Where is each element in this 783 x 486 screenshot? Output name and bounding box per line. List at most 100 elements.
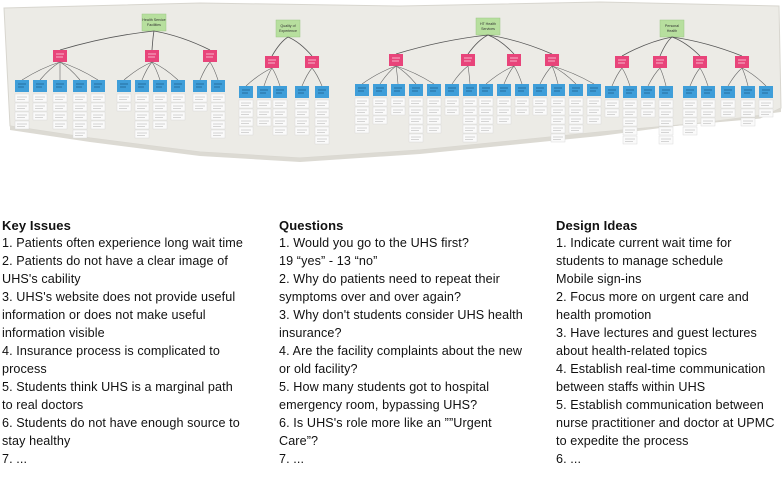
quote-sticky-note [90,93,106,103]
key-issue-item: 7. ... [2,452,28,466]
insight-sticky-note [741,86,755,98]
quote-sticky-note [720,108,736,118]
quote-sticky-note [134,111,150,121]
quote-sticky-note [568,124,584,134]
quote-sticky-note [14,111,30,121]
quote-sticky-note [314,108,330,118]
quote-sticky-note [116,102,132,112]
theme-sticky-note [735,56,749,68]
quote-sticky-note [586,97,602,107]
insight-sticky-note [587,84,601,96]
quote-sticky-note [90,111,106,121]
quote-sticky-note [314,126,330,136]
quote-sticky-note [294,108,310,118]
affinity-diagram: Health ServiceFacilities Quality ofExperi… [3,1,782,162]
quote-sticky-note [294,126,310,136]
insight-sticky-note [427,84,441,96]
quote-sticky-note [294,99,310,109]
theme-sticky-note [53,50,67,62]
theme-sticky-note [545,54,559,66]
quote-sticky-note [514,106,530,116]
quote-sticky-note [700,117,716,127]
quote-sticky-note [408,97,424,107]
quote-sticky-note [72,120,88,130]
insight-sticky-note [683,86,697,98]
quote-sticky-note [32,111,48,121]
quote-sticky-note [72,111,88,121]
quote-sticky-note [758,108,774,118]
question-item: 2. Why do patients need to repeat their … [279,272,500,304]
quote-sticky-note [72,93,88,103]
category-note-text: Facilities [147,23,161,27]
insight-sticky-note [623,86,637,98]
insight-sticky-note [721,86,735,98]
category-note-text: Services [481,27,495,31]
quote-sticky-note [408,106,424,116]
insight-sticky-note [295,86,309,98]
quote-sticky-note [52,102,68,112]
quote-sticky-note [210,111,226,121]
insight-sticky-note [53,80,67,92]
quote-sticky-note [354,97,370,107]
quote-sticky-note [170,102,186,112]
quote-sticky-note [700,108,716,118]
theme-sticky-note [507,54,521,66]
question-item: 3. Why don't students consider UHS healt… [279,308,523,340]
question-item: 1. Would you go to the UHS first? [279,236,469,250]
quote-sticky-note [152,120,168,130]
quote-sticky-note [192,102,208,112]
quote-sticky-note [462,124,478,134]
insight-sticky-note [91,80,105,92]
quote-sticky-note [604,108,620,118]
quote-sticky-note [408,115,424,125]
insight-sticky-note [171,80,185,92]
quote-sticky-note [682,117,698,127]
theme-sticky-note [653,56,667,68]
insight-sticky-note [391,84,405,96]
insight-sticky-note [533,84,547,96]
key-issue-item: 4. Insurance process is complicated to p… [2,344,220,376]
quote-sticky-note [462,97,478,107]
quote-sticky-note [586,106,602,116]
insight-sticky-note [315,86,329,98]
design-idea-item: 5. Establish communication between nurse… [556,398,775,448]
quote-sticky-note [354,106,370,116]
quote-sticky-note [134,120,150,130]
quote-sticky-note [14,93,30,103]
quote-sticky-note [238,117,254,127]
quote-sticky-note [390,97,406,107]
quote-sticky-note [426,106,442,116]
quote-sticky-note [658,117,674,127]
key-issue-item: 3. UHS's website does not provide useful… [2,290,236,340]
quote-sticky-note [152,111,168,121]
quote-sticky-note [314,135,330,145]
design-idea-item: 4. Establish real-time communication bet… [556,362,766,394]
theme-sticky-note [203,50,217,62]
quote-sticky-note [444,97,460,107]
quote-sticky-note [740,99,756,109]
insight-sticky-note [135,80,149,92]
quote-sticky-note [426,124,442,134]
quote-sticky-note [550,97,566,107]
insight-sticky-note [479,84,493,96]
quote-sticky-note [238,126,254,136]
design-idea-item: 6. ... [556,452,582,466]
quote-sticky-note [372,97,388,107]
theme-sticky-note [265,56,279,68]
insight-sticky-note [515,84,529,96]
quote-sticky-note [256,117,272,127]
quote-sticky-note [682,126,698,136]
theme-sticky-note [461,54,475,66]
quote-sticky-note [52,120,68,130]
quote-sticky-note [622,126,638,136]
quote-sticky-note [740,117,756,127]
quote-sticky-note [134,93,150,103]
quote-sticky-note [426,97,442,107]
category-note-text: Health [667,29,677,33]
insight-sticky-note [659,86,673,98]
design-ideas-column: Design Ideas 1. Indicate current wait ti… [556,217,782,468]
quote-sticky-note [354,115,370,125]
insight-sticky-note [409,84,423,96]
key-issue-item: 2. Patients do not have a clear image of… [2,254,228,286]
theme-sticky-note [389,54,403,66]
